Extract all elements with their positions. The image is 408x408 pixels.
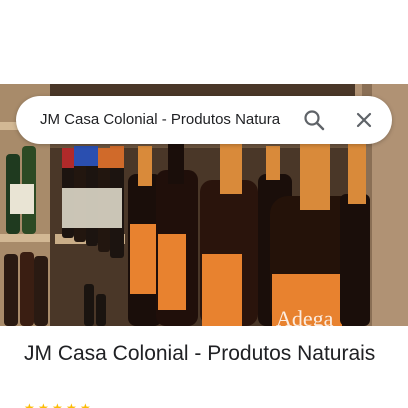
star-icon: ★ [52,401,63,408]
place-title: JM Casa Colonial - Produtos Naturais [24,342,376,365]
search-icon[interactable] [302,108,326,132]
star-icon: ★ [66,401,77,408]
star-icon: ★ [38,401,49,408]
star-icon: ★ [80,401,91,408]
photo-watermark: Adega [276,306,334,326]
search-input[interactable]: JM Casa Colonial - Produtos Natura [40,96,306,144]
close-icon[interactable] [352,108,376,132]
blank-header-area [0,0,408,84]
search-bar[interactable]: JM Casa Colonial - Produtos Natura [16,96,392,144]
rating-stars[interactable]: ★ ★ ★ ★ ★ [24,402,92,408]
star-icon: ★ [24,401,35,408]
